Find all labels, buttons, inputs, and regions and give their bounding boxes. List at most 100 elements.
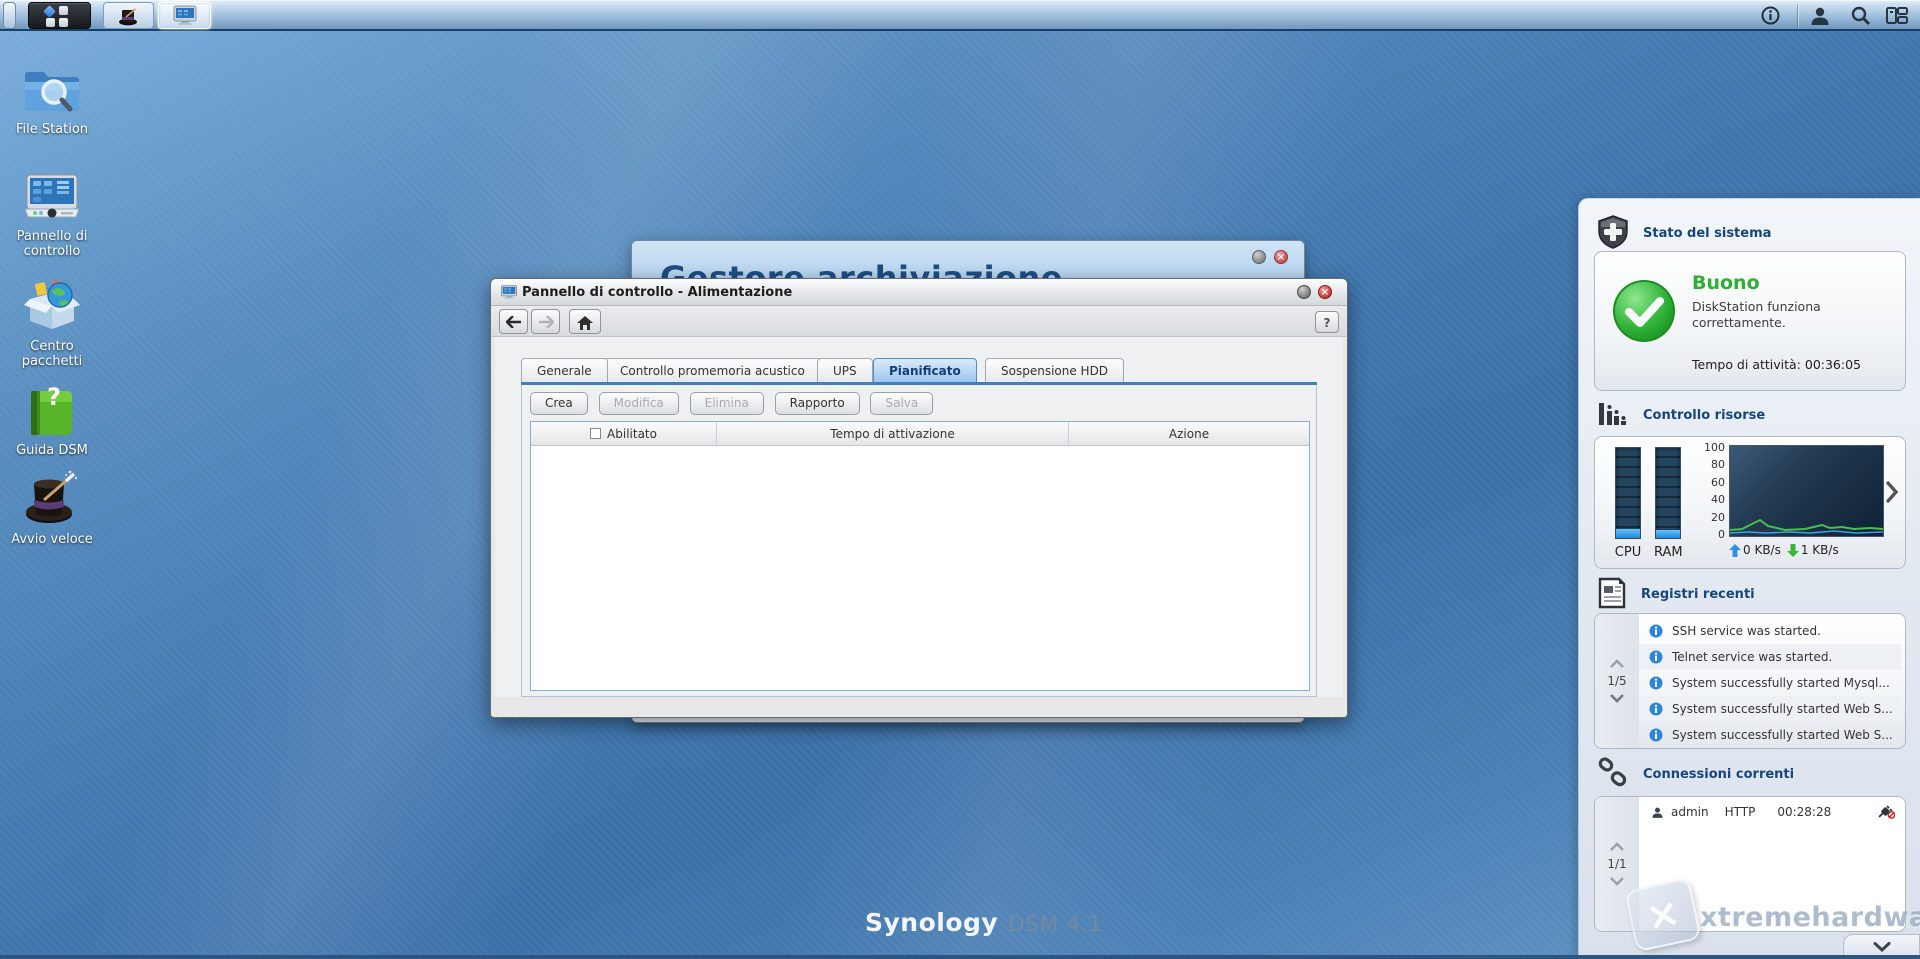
desktop-icon-dsm-help[interactable]: ? Guida DSM — [0, 389, 104, 459]
package-center-icon — [22, 279, 82, 333]
elimina-button[interactable]: Elimina — [690, 392, 764, 415]
bar-chart-icon — [1597, 399, 1629, 432]
log-row: Telnet service was started. — [1639, 644, 1901, 670]
upload-speed: 0 KB/s — [1743, 543, 1781, 557]
log-row: System successfully started Web S... — [1639, 696, 1901, 722]
log-row: System successfully started Web S... — [1639, 722, 1901, 748]
control-panel-taskbar-button[interactable] — [158, 2, 211, 29]
close-icon[interactable]: × — [1274, 250, 1288, 264]
cpu-gauge-fill — [1616, 529, 1640, 538]
minimize-button[interactable] — [1297, 285, 1311, 299]
info-icon — [1649, 676, 1663, 690]
column-header-azione[interactable]: Azione — [1069, 422, 1309, 445]
magic-hat-icon — [22, 470, 82, 526]
cpu-gauge — [1615, 447, 1641, 539]
download-arrow-icon — [1787, 544, 1799, 557]
log-row: SSH service was started. — [1639, 618, 1901, 644]
control-panel-dialog: Pannello di controllo - Alimentazione × … — [490, 278, 1348, 718]
minimize-button[interactable] — [1252, 250, 1266, 264]
desktop-icon-quick-launch[interactable]: Avvio veloce — [0, 470, 104, 548]
status-description: DiskStation funziona correttamente. — [1692, 299, 1872, 332]
pilot-view-icon[interactable] — [1886, 6, 1908, 25]
show-desktop-button[interactable] — [3, 2, 16, 29]
help-button[interactable]: ? — [1315, 311, 1339, 333]
tab-sospensione-hdd[interactable]: Sospensione HDD — [985, 358, 1124, 382]
tab-controllo-promemoria-acustico[interactable]: Controllo promemoria acustico — [604, 358, 821, 382]
control-panel-icon — [172, 5, 198, 27]
close-icon[interactable]: × — [1318, 285, 1332, 299]
main-menu-icon — [43, 6, 79, 27]
control-panel-icon — [500, 284, 518, 301]
widget-sidebar: Stato del sistema Buono DiskStation funz… — [1578, 198, 1920, 959]
modifica-button[interactable]: Modifica — [599, 392, 679, 415]
tab-generale[interactable]: Generale — [521, 358, 608, 382]
column-header-tempo-attivazione[interactable]: Tempo di attivazione — [717, 422, 1069, 445]
widget-title: Controllo risorse — [1643, 408, 1765, 423]
chevron-right-icon[interactable] — [1885, 481, 1899, 506]
table-body-empty — [531, 446, 1309, 690]
ram-gauge-fill — [1656, 530, 1680, 538]
disconnect-icon[interactable] — [1877, 805, 1895, 819]
select-all-checkbox[interactable] — [590, 428, 601, 439]
file-station-icon — [23, 64, 81, 116]
download-speed: 1 KB/s — [1801, 543, 1839, 557]
back-button[interactable] — [499, 309, 528, 334]
dsm-watermark: Synology DSM 4.1 — [865, 908, 1103, 937]
magic-hat-icon — [117, 5, 141, 27]
synology-logo: Synology — [865, 908, 998, 937]
document-icon — [1597, 577, 1627, 612]
user-icon[interactable] — [1809, 6, 1831, 26]
dsm-help-icon: ? — [27, 389, 77, 437]
dialog-content: Generale Controllo promemoria acustico U… — [495, 337, 1343, 697]
info-icon[interactable] — [1761, 6, 1780, 25]
dialog-titlebar[interactable]: Pannello di controllo - Alimentazione × — [491, 279, 1347, 306]
status-value: Buono — [1692, 272, 1760, 294]
widget-title: Registri recenti — [1641, 587, 1755, 602]
home-button[interactable] — [569, 309, 601, 334]
info-icon — [1649, 650, 1663, 664]
uptime-text: Tempo di attività: 00:36:05 — [1692, 357, 1861, 372]
control-panel-icon — [21, 173, 83, 223]
xtremehardware-watermark: xtremehardware.com — [1700, 902, 1920, 933]
chevron-up-icon[interactable] — [1609, 842, 1625, 851]
user-icon — [1651, 806, 1664, 819]
chain-link-icon — [1597, 757, 1629, 792]
main-menu-button[interactable] — [28, 2, 91, 29]
upload-arrow-icon — [1729, 544, 1741, 557]
tab-pianificato[interactable]: Pianificato — [873, 358, 977, 382]
chevron-down-icon[interactable] — [1609, 877, 1625, 886]
search-icon[interactable] — [1850, 6, 1871, 26]
chevron-up-icon[interactable] — [1609, 659, 1625, 668]
crea-button[interactable]: Crea — [530, 392, 588, 415]
chevron-down-icon[interactable] — [1609, 694, 1625, 703]
dsm-version: DSM 4.1 — [1008, 912, 1103, 936]
connection-duration: 00:28:28 — [1777, 805, 1831, 819]
info-icon — [1649, 624, 1663, 638]
schedule-table: Abilitato Tempo di attivazione Azione — [530, 421, 1310, 691]
resource-monitor-box: CPU RAM 10080 6040 200 0 KB/s 1 KB/s — [1594, 436, 1906, 569]
chart-axis-ticks: 10080 6040 200 — [1695, 441, 1725, 541]
desktop-icon-package-center[interactable]: Centro pacchetti — [0, 279, 104, 370]
tab-ups[interactable]: UPS — [817, 358, 873, 382]
status-ok-icon — [1611, 278, 1677, 347]
desktop-icon-control-panel[interactable]: Pannello di controllo — [0, 173, 104, 260]
ram-gauge — [1655, 447, 1681, 539]
connection-user: admin — [1671, 805, 1709, 819]
log-row: System successfully started Mysql... — [1639, 670, 1901, 696]
recent-logs-header: Registri recenti — [1597, 577, 1755, 612]
table-header: Abilitato Tempo di attivazione Azione — [531, 422, 1309, 446]
current-connections-header: Connessioni correnti — [1597, 757, 1794, 792]
desktop-icon-label: Pannello di controllo — [0, 230, 104, 260]
logs-pager: 1/5 — [1595, 614, 1639, 748]
quick-launch-taskbar-button[interactable] — [103, 2, 154, 29]
connection-row: admin HTTP 00:28:28 — [1651, 805, 1895, 819]
taskbar-divider — [1797, 4, 1798, 27]
forward-button[interactable] — [531, 309, 560, 334]
desktop-icon-file-station[interactable]: File Station — [0, 64, 104, 138]
resource-monitor-header: Controllo risorse — [1597, 399, 1765, 432]
salva-button[interactable]: Salva — [870, 392, 933, 415]
column-header-abilitato[interactable]: Abilitato — [531, 422, 717, 445]
desktop-icon-label: Guida DSM — [0, 444, 104, 459]
rapporto-button[interactable]: Rapporto — [775, 392, 860, 415]
info-icon — [1649, 702, 1663, 716]
